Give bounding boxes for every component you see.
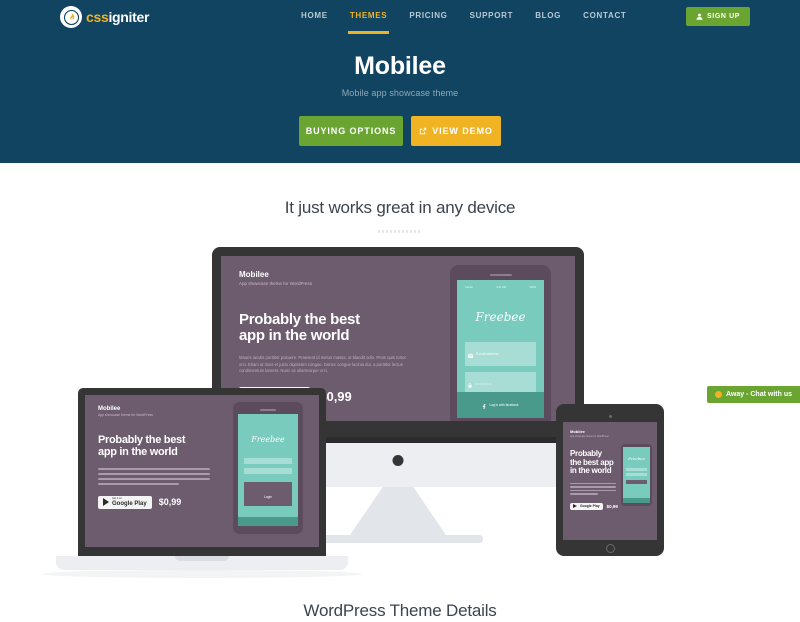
tablet-email-field[interactable] <box>626 468 647 471</box>
hero-body: Mobilee Mobile app showcase theme BUYING… <box>0 54 800 146</box>
laptop-password-field[interactable] <box>244 468 292 474</box>
laptop-bezel: Mobilee App showcase theme for WordPress… <box>78 388 326 556</box>
facebook-login-button[interactable]: Log in with facebook <box>457 392 544 418</box>
status-carrier: Carrier <box>465 286 473 289</box>
lock-icon <box>468 375 472 393</box>
tablet-home-button[interactable] <box>605 544 615 553</box>
site-logo[interactable]: cssigniter <box>60 6 149 28</box>
devices-section-heading: It just works great in any device <box>0 198 800 233</box>
tablet-camera <box>608 415 612 418</box>
heading-divider <box>378 230 422 233</box>
chat-widget-label: Away - Chat with us <box>726 391 792 398</box>
desktop-stand <box>350 487 446 535</box>
laptop-google-play-badge[interactable]: Get it on Google Play <box>98 495 152 510</box>
tablet-body-lines <box>570 482 616 495</box>
nav-item-home[interactable]: HOME <box>290 0 339 20</box>
top-navigation-bar: cssigniter HOME THEMES PRICING SUPPORT B… <box>50 0 750 36</box>
facebook-icon <box>482 396 486 414</box>
tablet-app-screen: Freebee <box>623 447 650 503</box>
tablet-google-play-icon <box>573 504 577 509</box>
laptop-headline: Probably the best app in the world <box>98 434 186 458</box>
tablet-login-button[interactable] <box>626 480 647 484</box>
devices-heading-text: It just works great in any device <box>284 198 516 217</box>
desktop-logo-dot <box>392 455 404 466</box>
desktop-base <box>313 535 483 543</box>
hero-section: cssigniter HOME THEMES PRICING SUPPORT B… <box>0 0 800 163</box>
sign-up-label: SIGN UP <box>707 13 740 20</box>
laptop-shadow <box>42 570 362 578</box>
nav-item-pricing[interactable]: PRICING <box>398 0 458 20</box>
password-placeholder: •••••••••• <box>475 382 492 386</box>
nav-item-themes[interactable]: THEMES <box>339 0 399 34</box>
facebook-login-label: Log in with facebook <box>489 403 519 407</box>
screen-headline: Probably the best app in the world <box>239 311 360 345</box>
laptop-base <box>56 556 348 570</box>
tablet-bezel: Mobilee App showcase theme for WordPress… <box>556 404 664 556</box>
main-nav: HOME THEMES PRICING SUPPORT BLOG CONTACT <box>290 0 638 36</box>
tablet-facebook-button[interactable] <box>623 498 650 503</box>
details-section-heading: WordPress Theme Details <box>0 601 800 621</box>
envelope-icon <box>468 345 473 363</box>
laptop-google-play-icon <box>103 498 109 507</box>
logo-css: css <box>86 9 109 25</box>
desktop-inline-phone: Carrier 9:41 AM 100% Freebee E-mail addr… <box>450 265 551 421</box>
nav-item-contact[interactable]: CONTACT <box>572 0 637 20</box>
laptop-app-screen: Freebee Login <box>238 414 298 526</box>
laptop-mockup: Mobilee App showcase theme for WordPress… <box>42 388 362 578</box>
flame-logo-icon <box>60 6 82 28</box>
user-icon <box>696 13 703 20</box>
tablet-app-logo: Freebee <box>628 456 645 461</box>
buying-options-button[interactable]: BUYING OPTIONS <box>299 116 403 146</box>
device-showcase: Mobilee App showcase theme for WordPress… <box>0 240 800 580</box>
hero-cta-group: BUYING OPTIONS VIEW DEMO <box>0 116 800 146</box>
tablet-badge-text: Google Play <box>580 504 600 509</box>
tablet-google-play-badge[interactable]: Google Play <box>570 502 603 510</box>
page-title: Mobilee <box>354 52 446 80</box>
logo-wordmark: cssigniter <box>86 9 149 25</box>
chat-widget[interactable]: Away - Chat with us <box>707 386 800 403</box>
laptop-price: $0,99 <box>158 497 182 508</box>
external-link-icon <box>419 127 427 135</box>
app-screen: Carrier 9:41 AM 100% Freebee E-mail addr… <box>457 280 544 418</box>
phone-speaker <box>489 274 512 276</box>
page-subtitle: Mobile app showcase theme <box>341 88 459 98</box>
laptop-login-button[interactable]: Login <box>244 482 292 506</box>
laptop-screen: Mobilee App showcase theme for WordPress… <box>85 395 319 547</box>
tablet-inline-phone: Freebee <box>621 444 652 506</box>
laptop-body-lines <box>98 467 210 485</box>
tablet-screen: Mobilee App showcase theme for WordPress… <box>563 422 657 540</box>
laptop-phone-speaker <box>260 409 276 411</box>
view-demo-label: VIEW DEMO <box>432 126 493 136</box>
laptop-email-field[interactable] <box>244 458 292 464</box>
status-time: 9:41 AM <box>496 286 506 289</box>
logo-igniter: igniter <box>108 9 150 25</box>
laptop-badge-text: Google Play <box>112 500 147 507</box>
app-logo: Freebee <box>475 310 526 324</box>
laptop-inline-phone: Freebee Login <box>233 402 303 534</box>
chat-status-icon <box>715 391 722 398</box>
tablet-brand-sub: App showcase theme for WordPress <box>570 435 609 438</box>
view-demo-button[interactable]: VIEW DEMO <box>411 116 501 146</box>
tablet-headline: Probably the best app in the world <box>570 449 614 476</box>
email-field[interactable]: E-mail address <box>465 342 536 366</box>
laptop-notch <box>175 556 229 561</box>
tablet-password-field[interactable] <box>626 473 647 476</box>
details-heading-text: WordPress Theme Details <box>303 601 497 620</box>
laptop-login-label: Login <box>264 495 272 499</box>
laptop-app-logo: Freebee <box>251 435 285 444</box>
nav-item-support[interactable]: SUPPORT <box>459 0 525 20</box>
tablet-brand: Mobilee <box>570 429 585 434</box>
screen-body-text: Mauris iaculis porttitor posuere. Praese… <box>239 355 406 373</box>
laptop-facebook-button[interactable] <box>238 517 298 526</box>
tablet-price: $0,99 <box>606 503 618 509</box>
tablet-mockup: Mobilee App showcase theme for WordPress… <box>556 404 664 556</box>
status-battery: 100% <box>529 286 536 289</box>
nav-item-blog[interactable]: BLOG <box>524 0 572 20</box>
email-placeholder: E-mail address <box>476 352 499 356</box>
buying-options-label: BUYING OPTIONS <box>305 126 397 136</box>
sign-up-button[interactable]: SIGN UP <box>686 7 750 26</box>
page-root: cssigniter HOME THEMES PRICING SUPPORT B… <box>0 0 800 622</box>
